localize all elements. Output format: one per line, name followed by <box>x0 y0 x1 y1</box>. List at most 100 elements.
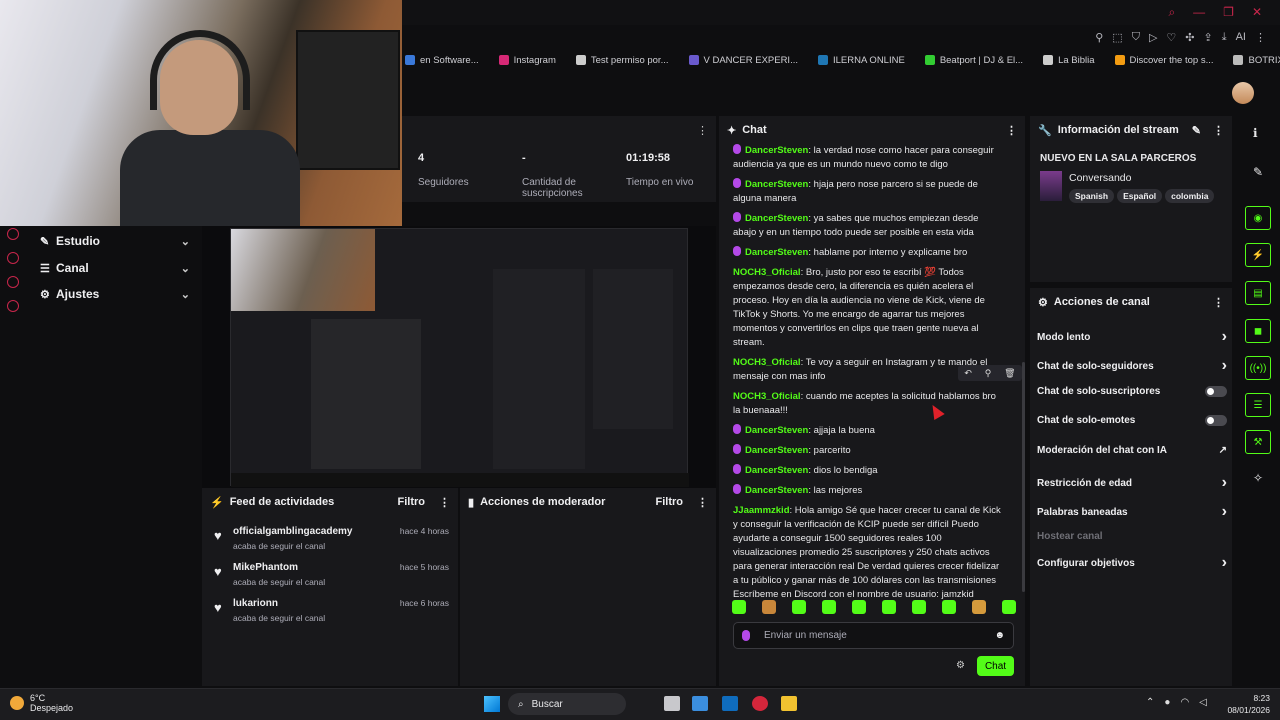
toggle-switch[interactable] <box>1205 415 1227 426</box>
minimize-icon[interactable]: — <box>1193 5 1205 20</box>
list-icon[interactable]: ☰ <box>1245 393 1271 417</box>
emote-icon[interactable] <box>942 600 956 614</box>
nav-item-estudio[interactable]: ✎ Estudio ⌄ <box>40 231 190 251</box>
chat-settings-icon[interactable]: ⚙ <box>956 660 965 671</box>
chat-username[interactable]: DancerSteven <box>745 425 808 436</box>
emote-icon[interactable] <box>792 600 806 614</box>
tag-badge[interactable]: Spanish <box>1069 189 1115 203</box>
channel-action-item[interactable]: Palabras baneadas › <box>1037 503 1227 521</box>
broadcast-icon[interactable]: ((•)) <box>1245 356 1271 380</box>
chat-username[interactable]: DancerSteven <box>745 485 808 496</box>
delete-icon[interactable]: 🗑 <box>1004 368 1015 379</box>
edit-icon[interactable]: ✎ <box>1192 124 1201 137</box>
menu-icon[interactable]: ⋮ <box>439 496 450 509</box>
edit-icon[interactable]: ✎ <box>1253 165 1263 179</box>
filter-button[interactable]: Filtro <box>656 496 684 508</box>
chat-username[interactable]: DancerSteven <box>745 179 808 190</box>
network-icon[interactable]: ✧ <box>1253 471 1263 485</box>
document-icon[interactable]: ▤ <box>1245 281 1271 305</box>
volume-icon[interactable]: ◁ <box>1199 697 1207 708</box>
search-icon[interactable]: ⌕ <box>1168 5 1175 20</box>
chat-username[interactable]: NOCH3_Oficial <box>733 391 801 402</box>
close-icon[interactable]: ✕ <box>1252 5 1262 20</box>
stream-preview[interactable] <box>202 226 716 488</box>
channel-action-item[interactable]: Chat de solo-emotes <box>1037 415 1227 426</box>
nav-item-canal[interactable]: ☰ Canal ⌄ <box>40 258 190 278</box>
share-icon[interactable]: ⇪ <box>1204 31 1213 44</box>
restore-icon[interactable]: ❐ <box>1223 5 1234 20</box>
bookmark-item[interactable]: Instagram <box>498 55 556 66</box>
tag-badge[interactable]: Español <box>1117 189 1163 203</box>
avatar[interactable] <box>1232 82 1254 104</box>
store-icon[interactable] <box>692 696 708 711</box>
feed-username[interactable]: officialgamblingacademy <box>233 526 352 537</box>
download-icon[interactable]: ⤓ <box>1222 31 1227 44</box>
chat-username[interactable]: JJaammzkid <box>733 505 790 516</box>
menu-icon[interactable]: ⋮ <box>1213 124 1224 137</box>
taskbar-search[interactable]: ⌕ Buscar <box>508 693 626 715</box>
opera-icon[interactable] <box>752 696 768 711</box>
toggle-switch[interactable] <box>1205 386 1227 397</box>
wrench-icon[interactable]: ⚒ <box>1245 430 1271 454</box>
emoji-icon[interactable]: ☻ <box>994 630 1005 641</box>
chat-username[interactable]: DancerSteven <box>745 213 808 224</box>
menu-icon[interactable]: ⋮ <box>1255 31 1266 44</box>
chat-username[interactable]: DancerSteven <box>745 445 808 456</box>
menu-icon[interactable]: ⋮ <box>697 496 708 509</box>
feed-username[interactable]: MikePhantom <box>233 562 298 573</box>
emote-icon[interactable] <box>732 600 746 614</box>
pin-icon[interactable]: ⚲ <box>985 368 992 379</box>
side-icon-1[interactable] <box>7 228 19 240</box>
pin-icon[interactable]: ⚲ <box>1095 31 1103 44</box>
chevron-up-icon[interactable]: ⌃ <box>1146 697 1154 708</box>
channel-action-item[interactable]: Moderación del chat con IA ↗ <box>1037 445 1227 456</box>
ai-button[interactable]: AI <box>1236 31 1246 44</box>
channel-action-item[interactable]: Configurar objetivos › <box>1037 554 1227 572</box>
menu-icon[interactable]: ⋮ <box>697 124 708 137</box>
screenshot-icon[interactable]: ⬚ <box>1112 31 1122 44</box>
bookmark-item[interactable]: Beatport | DJ & El... <box>924 55 1023 66</box>
start-button[interactable] <box>484 696 500 712</box>
wifi-icon[interactable]: ◠ <box>1180 697 1189 708</box>
extensions-icon[interactable]: ✣ <box>1185 31 1194 44</box>
channel-action-item[interactable]: Chat de solo-seguidores › <box>1037 357 1227 375</box>
side-icon-4[interactable] <box>7 300 19 312</box>
chat-username[interactable]: NOCH3_Oficial <box>733 357 801 368</box>
chat-scrollbar[interactable] <box>1022 362 1025 592</box>
emote-icon[interactable] <box>972 600 986 614</box>
menu-icon[interactable]: ⋮ <box>1006 124 1017 137</box>
tag-badge[interactable]: colombia <box>1165 189 1215 203</box>
emote-icon[interactable] <box>912 600 926 614</box>
chat-username[interactable]: NOCH3_Oficial <box>733 267 801 278</box>
bookmark-item[interactable]: La Biblia <box>1043 55 1095 66</box>
weather-widget[interactable]: 6°C Despejado <box>10 693 73 713</box>
bookmark-item[interactable]: Test permiso por... <box>575 55 669 66</box>
reply-icon[interactable]: ↶ <box>964 368 972 379</box>
bookmark-item[interactable]: V DANCER EXPERI... <box>688 55 798 66</box>
side-icon-2[interactable] <box>7 252 19 264</box>
record-icon[interactable]: ◉ <box>1245 206 1271 230</box>
chat-icon[interactable]: ◼ <box>1245 319 1271 343</box>
channel-action-item[interactable]: Restricción de edad › <box>1037 474 1227 492</box>
emote-icon[interactable] <box>1002 600 1016 614</box>
chat-username[interactable]: DancerSteven <box>745 465 808 476</box>
emote-icon[interactable] <box>882 600 896 614</box>
taskview-icon[interactable] <box>664 696 680 711</box>
outlook-icon[interactable] <box>722 696 738 711</box>
chat-input[interactable]: Enviar un mensaje ☻ <box>733 622 1014 649</box>
send-chat-button[interactable]: Chat <box>977 656 1014 676</box>
chat-username[interactable]: DancerSteven <box>745 145 808 156</box>
emote-icon[interactable] <box>852 600 866 614</box>
info-icon[interactable]: ℹ <box>1253 126 1258 140</box>
mic-icon[interactable]: ● <box>1164 697 1170 708</box>
side-icon-3[interactable] <box>7 276 19 288</box>
bookmark-item[interactable]: en Software... <box>405 55 479 66</box>
menu-icon[interactable]: ⋮ <box>1213 296 1224 309</box>
shield-icon[interactable]: ⛉ <box>1132 31 1140 44</box>
chat-username[interactable]: DancerSteven <box>745 247 808 258</box>
bookmark-item[interactable]: Discover the top s... <box>1114 55 1213 66</box>
nav-item-ajustes[interactable]: ⚙ Ajustes ⌄ <box>40 284 190 304</box>
channel-action-item[interactable]: Modo lento › <box>1037 328 1227 346</box>
play-icon[interactable]: ▷ <box>1149 31 1157 44</box>
explorer-icon[interactable] <box>781 696 797 711</box>
